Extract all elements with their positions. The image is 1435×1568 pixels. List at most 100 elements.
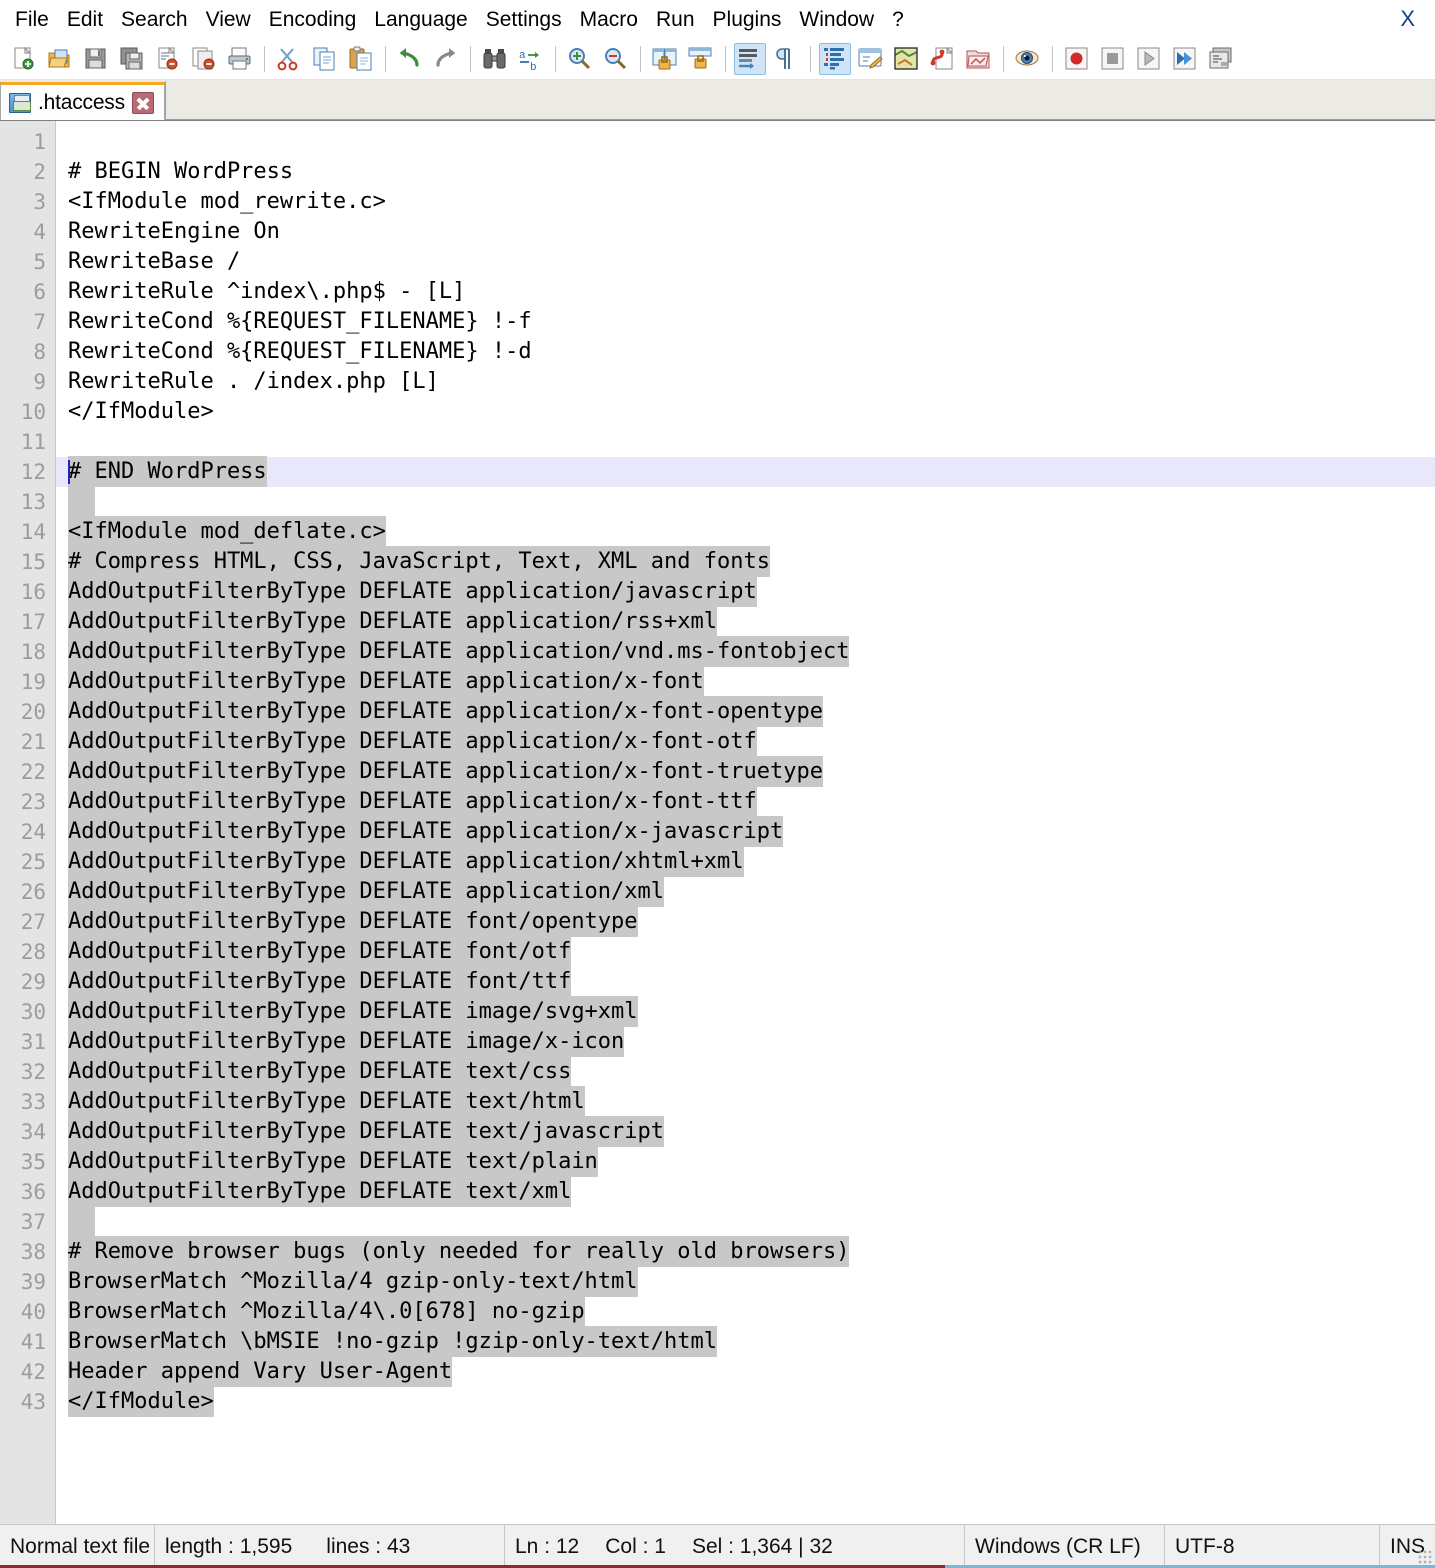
menu-settings[interactable]: Settings: [477, 7, 571, 32]
code-line[interactable]: BrowserMatch \bMSIE !no-gzip !gzip-only-…: [56, 1327, 1435, 1357]
paste-clipboard-icon[interactable]: [345, 43, 377, 75]
code-line[interactable]: BrowserMatch ^Mozilla/4\.0[678] no-gzip: [56, 1297, 1435, 1327]
menu-view[interactable]: View: [197, 7, 260, 32]
close-all-files-icon[interactable]: [188, 43, 220, 75]
line-number: 37: [0, 1207, 55, 1237]
sync-vertical-scroll-icon[interactable]: [649, 43, 681, 75]
code-line[interactable]: RewriteCond %{REQUEST_FILENAME} !-f: [56, 307, 1435, 337]
zoom-out-icon[interactable]: [600, 43, 632, 75]
close-file-icon[interactable]: [152, 43, 184, 75]
print-icon[interactable]: [224, 43, 256, 75]
code-line[interactable]: AddOutputFilterByType DEFLATE applicatio…: [56, 817, 1435, 847]
code-line[interactable]: # Compress HTML, CSS, JavaScript, Text, …: [56, 547, 1435, 577]
macro-stop-icon[interactable]: [1097, 43, 1129, 75]
status-encoding[interactable]: UTF-8: [1165, 1525, 1380, 1568]
code-line[interactable]: AddOutputFilterByType DEFLATE font/opent…: [56, 907, 1435, 937]
code-line[interactable]: [56, 487, 1435, 517]
macro-run-multiple-icon[interactable]: [1169, 43, 1201, 75]
line-number: 27: [0, 907, 55, 937]
code-line[interactable]: RewriteBase /: [56, 247, 1435, 277]
code-line[interactable]: BrowserMatch ^Mozilla/4 gzip-only-text/h…: [56, 1267, 1435, 1297]
code-line[interactable]: AddOutputFilterByType DEFLATE applicatio…: [56, 667, 1435, 697]
function-list-icon[interactable]: [927, 43, 959, 75]
code-line[interactable]: # BEGIN WordPress: [56, 157, 1435, 187]
code-line[interactable]: AddOutputFilterByType DEFLATE applicatio…: [56, 577, 1435, 607]
pilcrow-all-chars-icon[interactable]: [770, 43, 802, 75]
cut-scissors-icon[interactable]: [273, 43, 305, 75]
redo-arrow-icon[interactable]: [430, 43, 462, 75]
code-line[interactable]: AddOutputFilterByType DEFLATE text/css: [56, 1057, 1435, 1087]
code-line[interactable]: RewriteRule ^index\.php$ - [L]: [56, 277, 1435, 307]
document-map-icon[interactable]: [891, 43, 923, 75]
code-line[interactable]: AddOutputFilterByType DEFLATE applicatio…: [56, 727, 1435, 757]
close-tab-icon[interactable]: [132, 92, 154, 114]
indent-guide-icon[interactable]: [819, 43, 851, 75]
menu-macro[interactable]: Macro: [571, 7, 647, 32]
monitoring-eye-icon[interactable]: [1012, 43, 1044, 75]
menu-help[interactable]: ?: [883, 7, 913, 32]
code-line-text: Header append Vary User-Agent: [68, 1356, 452, 1387]
code-line[interactable]: AddOutputFilterByType DEFLATE font/ttf: [56, 967, 1435, 997]
menu-edit[interactable]: Edit: [58, 7, 112, 32]
code-line[interactable]: </IfModule>: [56, 1387, 1435, 1417]
status-eol-format[interactable]: Windows (CR LF): [965, 1525, 1165, 1568]
menu-encoding[interactable]: Encoding: [260, 7, 366, 32]
code-line[interactable]: AddOutputFilterByType DEFLATE text/plain: [56, 1147, 1435, 1177]
find-binoculars-icon[interactable]: [479, 43, 511, 75]
sync-horizontal-scroll-icon[interactable]: [685, 43, 717, 75]
run-dialog-icon[interactable]: [1205, 43, 1237, 75]
menu-language[interactable]: Language: [365, 7, 476, 32]
copy-icon[interactable]: [309, 43, 341, 75]
resize-grip[interactable]: [1418, 1550, 1432, 1564]
menu-run[interactable]: Run: [647, 7, 704, 32]
code-line[interactable]: RewriteEngine On: [56, 217, 1435, 247]
menu-file[interactable]: File: [6, 7, 58, 32]
code-line[interactable]: AddOutputFilterByType DEFLATE text/xml: [56, 1177, 1435, 1207]
menu-window[interactable]: Window: [790, 7, 883, 32]
window-close-button[interactable]: X: [1394, 4, 1421, 34]
line-number: 18: [0, 637, 55, 667]
code-line[interactable]: RewriteCond %{REQUEST_FILENAME} !-d: [56, 337, 1435, 367]
code-text-area[interactable]: # BEGIN WordPress<IfModule mod_rewrite.c…: [56, 121, 1435, 1524]
code-line[interactable]: [56, 427, 1435, 457]
user-defined-dialog-icon[interactable]: [855, 43, 887, 75]
code-line[interactable]: AddOutputFilterByType DEFLATE text/html: [56, 1087, 1435, 1117]
code-line[interactable]: <IfModule mod_rewrite.c>: [56, 187, 1435, 217]
code-line[interactable]: [56, 1207, 1435, 1237]
code-line[interactable]: AddOutputFilterByType DEFLATE applicatio…: [56, 697, 1435, 727]
code-line[interactable]: AddOutputFilterByType DEFLATE applicatio…: [56, 847, 1435, 877]
code-line[interactable]: </IfModule>: [56, 397, 1435, 427]
code-line[interactable]: AddOutputFilterByType DEFLATE font/otf: [56, 937, 1435, 967]
menu-search[interactable]: Search: [112, 7, 197, 32]
open-folder-icon[interactable]: [44, 43, 76, 75]
status-caret-position: Ln : 12 Col : 1 Sel : 1,364 | 32: [505, 1525, 965, 1568]
code-line-text: BrowserMatch ^Mozilla/4 gzip-only-text/h…: [68, 1266, 638, 1297]
menu-plugins[interactable]: Plugins: [704, 7, 791, 32]
code-line[interactable]: # END WordPress: [56, 457, 1435, 487]
zoom-in-icon[interactable]: [564, 43, 596, 75]
code-line[interactable]: AddOutputFilterByType DEFLATE applicatio…: [56, 637, 1435, 667]
code-line[interactable]: AddOutputFilterByType DEFLATE applicatio…: [56, 757, 1435, 787]
tab-htaccess[interactable]: .htaccess: [0, 82, 165, 120]
code-line[interactable]: AddOutputFilterByType DEFLATE applicatio…: [56, 607, 1435, 637]
new-file-icon[interactable]: [8, 43, 40, 75]
code-line[interactable]: RewriteRule . /index.php [L]: [56, 367, 1435, 397]
code-line[interactable]: AddOutputFilterByType DEFLATE applicatio…: [56, 787, 1435, 817]
macro-play-icon[interactable]: [1133, 43, 1165, 75]
folder-as-workspace-icon[interactable]: [963, 43, 995, 75]
editor-area[interactable]: 1234567891011121314151617181920212223242…: [0, 120, 1435, 1524]
macro-record-icon[interactable]: [1061, 43, 1093, 75]
code-line[interactable]: Header append Vary User-Agent: [56, 1357, 1435, 1387]
code-line[interactable]: [56, 127, 1435, 157]
code-line[interactable]: AddOutputFilterByType DEFLATE image/x-ic…: [56, 1027, 1435, 1057]
code-line[interactable]: AddOutputFilterByType DEFLATE image/svg+…: [56, 997, 1435, 1027]
undo-arrow-icon[interactable]: [394, 43, 426, 75]
save-all-icon[interactable]: [116, 43, 148, 75]
code-line[interactable]: AddOutputFilterByType DEFLATE applicatio…: [56, 877, 1435, 907]
code-line[interactable]: <IfModule mod_deflate.c>: [56, 517, 1435, 547]
code-line[interactable]: AddOutputFilterByType DEFLATE text/javas…: [56, 1117, 1435, 1147]
replace-icon[interactable]: ab: [515, 43, 547, 75]
word-wrap-icon[interactable]: [734, 43, 766, 75]
code-line[interactable]: # Remove browser bugs (only needed for r…: [56, 1237, 1435, 1267]
save-icon[interactable]: [80, 43, 112, 75]
